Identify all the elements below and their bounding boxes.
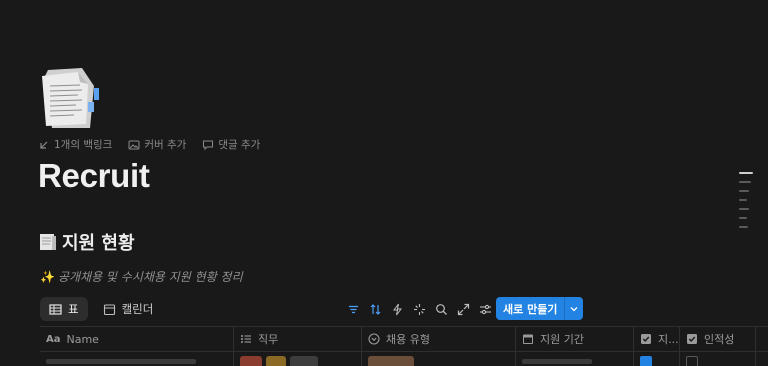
backlinks-label: 1개의 백링크	[54, 139, 113, 151]
add-cover-button[interactable]: 커버 추가	[128, 137, 186, 152]
column-header-aptitude-label: 인적성	[704, 333, 735, 346]
column-header-job[interactable]: 직무	[234, 327, 362, 351]
add-cover-label: 커버 추가	[144, 139, 187, 151]
checkbox-icon	[687, 334, 697, 344]
job-tag	[266, 356, 286, 366]
column-header-period-label: 지원 기간	[540, 333, 584, 346]
outline-line	[739, 172, 753, 174]
arrow-down-left-icon	[40, 141, 48, 149]
database-title[interactable]: 지원 현황	[38, 229, 135, 255]
text-aa-icon: Aa	[46, 333, 61, 345]
expand-icon	[457, 303, 469, 315]
row-apply-check-cell[interactable]	[634, 352, 680, 366]
calendar-icon	[103, 303, 115, 315]
column-header-name-label: Name	[66, 332, 99, 346]
column-header-apply-check-label: 지...	[658, 333, 679, 346]
column-header-hiring-type-label: 채용 유형	[386, 333, 430, 346]
row-job-cell[interactable]	[234, 352, 362, 366]
row-edge-cell	[756, 352, 768, 366]
new-dropdown-button[interactable]	[564, 297, 583, 320]
table-icon	[49, 303, 62, 315]
hiring-type-tag	[368, 356, 414, 366]
database-description-text: 공개채용 및 수시채용 지원 현황 정리	[57, 270, 243, 284]
list-icon	[241, 335, 251, 343]
column-header-apply-check[interactable]: 지...	[634, 327, 680, 351]
checkbox-icon	[641, 334, 651, 344]
page-title[interactable]: Recruit	[38, 157, 150, 195]
column-header-aptitude[interactable]: 인적성	[680, 327, 756, 351]
column-header-more[interactable]	[756, 327, 768, 351]
settings-sliders-icon	[479, 304, 491, 314]
ai-sparkle-icon	[413, 303, 425, 315]
job-tag	[290, 356, 318, 366]
view-toolbar	[342, 298, 496, 320]
ai-button[interactable]	[408, 298, 430, 320]
table-header: Aa Name 직무 채용 유형 지원 기간 지... 인적성	[40, 327, 768, 351]
row-name-cell[interactable]	[40, 352, 234, 366]
column-header-hiring-type[interactable]: 채용 유형	[362, 327, 516, 351]
backlinks-link[interactable]: 1개의 백링크	[38, 137, 112, 152]
view-settings-button[interactable]	[474, 298, 496, 320]
filter-button[interactable]	[342, 298, 364, 320]
apply-checkbox[interactable]	[640, 356, 652, 366]
column-header-name[interactable]: Aa Name	[40, 327, 234, 351]
sort-button[interactable]	[364, 298, 386, 320]
select-icon	[368, 333, 380, 345]
outline-line	[739, 226, 748, 228]
outline-line	[739, 217, 747, 219]
row-hiring-type-cell[interactable]	[362, 352, 516, 366]
comment-icon	[203, 140, 214, 150]
filter-icon	[348, 305, 358, 313]
sparkles-icon: ✨	[40, 269, 55, 284]
search-button[interactable]	[430, 298, 452, 320]
table-row[interactable]	[40, 352, 768, 366]
outline-line	[739, 199, 747, 201]
aptitude-checkbox[interactable]	[686, 356, 698, 366]
page-meta-row: 1개의 백링크 커버 추가 댓글 추가	[38, 137, 260, 152]
job-tag	[240, 356, 262, 366]
column-header-job-label: 직무	[258, 333, 279, 346]
chevron-down-icon	[570, 306, 578, 311]
image-icon	[128, 140, 140, 149]
database-description: ✨ 공개채용 및 수시채용 지원 현황 정리	[40, 268, 243, 285]
tab-table-label: 표	[68, 302, 79, 316]
tab-calendar-view[interactable]: 캘린더	[94, 297, 163, 321]
add-comment-label: 댓글 추가	[218, 139, 261, 151]
automation-icon	[392, 303, 402, 315]
row-period-cell[interactable]	[516, 352, 634, 366]
calendar-icon	[523, 334, 533, 344]
column-header-period[interactable]: 지원 기간	[516, 327, 634, 351]
new-button-group: 새로 만들기	[496, 297, 584, 320]
row-aptitude-cell[interactable]	[680, 352, 756, 366]
tab-calendar-label: 캘린더	[121, 302, 154, 316]
automation-button[interactable]	[386, 298, 408, 320]
outline-line	[739, 181, 751, 183]
new-button[interactable]: 새로 만들기	[496, 297, 564, 320]
view-tabs: 표 캘린더	[40, 297, 162, 321]
outline-line	[739, 208, 749, 210]
document-icon	[40, 234, 56, 250]
expand-button[interactable]	[452, 298, 474, 320]
outline-line	[739, 190, 749, 192]
sort-icon	[370, 303, 380, 315]
search-icon	[435, 303, 447, 315]
outline-indicator[interactable]	[739, 172, 753, 228]
tab-table-view[interactable]: 표	[40, 297, 88, 321]
database-title-label: 지원 현황	[62, 233, 135, 254]
add-comment-button[interactable]: 댓글 추가	[202, 137, 260, 152]
page-icon[interactable]	[38, 66, 102, 130]
